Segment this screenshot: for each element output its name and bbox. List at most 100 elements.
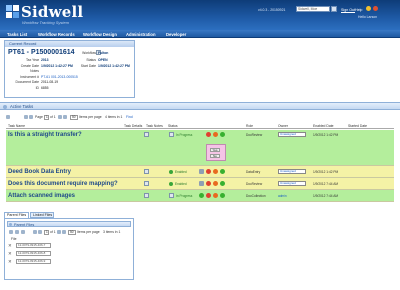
reject-icon[interactable] bbox=[206, 169, 211, 174]
delete-icon[interactable]: ✕ bbox=[8, 243, 12, 249]
col-task-name[interactable]: Task Name bbox=[8, 124, 25, 128]
lock-icon[interactable] bbox=[199, 181, 204, 186]
nav-tasks-list[interactable]: Tasks List bbox=[7, 32, 27, 37]
task-notes-icon[interactable] bbox=[144, 193, 149, 198]
cancel-icon[interactable] bbox=[213, 169, 218, 174]
per-page-select[interactable]: 50 bbox=[70, 114, 78, 120]
enabled-icon bbox=[169, 169, 173, 174]
active-tasks-title: Active Tasks bbox=[10, 104, 34, 109]
task-row[interactable]: Deed Book Data Entry Enabled DataEntry U… bbox=[6, 166, 394, 178]
nav-developer[interactable]: Developer bbox=[166, 32, 186, 37]
file-input[interactable]: 12-0079-0915-406-8 bbox=[16, 251, 51, 256]
tax-year-value: 2013 bbox=[41, 58, 49, 62]
parent-files-title: Parent Files bbox=[14, 222, 35, 227]
reject-icon[interactable] bbox=[206, 181, 211, 186]
task-row[interactable]: Is this a straight transfer? In Progress… bbox=[6, 130, 394, 166]
complete-icon[interactable] bbox=[199, 193, 204, 198]
yes-button[interactable]: Yes bbox=[210, 148, 220, 152]
items-count: 4 items in 1 bbox=[105, 115, 123, 119]
col-started-date[interactable]: Started Date bbox=[348, 124, 367, 128]
start-date-label: Start Date bbox=[80, 63, 96, 68]
workflow-value: Fulton bbox=[98, 51, 109, 55]
next-page-icon[interactable] bbox=[58, 115, 62, 119]
lock-icon[interactable] bbox=[199, 169, 204, 174]
collapse-icon[interactable] bbox=[9, 223, 12, 226]
col-role[interactable]: Role bbox=[246, 124, 253, 128]
task-row[interactable]: Does this document require mapping? Enab… bbox=[6, 178, 394, 190]
col-file[interactable]: File bbox=[11, 237, 16, 241]
enabled-date: 1/9/2012 1:42 PM bbox=[313, 133, 339, 137]
greeting-text: Hello Larson bbox=[358, 15, 378, 19]
reject-icon[interactable] bbox=[206, 193, 211, 198]
nav-administration[interactable]: Administration bbox=[126, 32, 156, 37]
cancel-icon[interactable] bbox=[213, 181, 218, 186]
add-icon[interactable] bbox=[15, 230, 19, 234]
first-page-icon[interactable] bbox=[33, 230, 37, 234]
task-notes-icon[interactable] bbox=[144, 169, 149, 174]
col-task-details[interactable]: Task Details bbox=[124, 124, 142, 128]
file-input[interactable]: 12-0079-0915-406-9 bbox=[16, 259, 51, 264]
complete-icon[interactable] bbox=[220, 169, 225, 174]
role-text: DocReview bbox=[246, 182, 263, 186]
save-icon[interactable] bbox=[21, 230, 25, 234]
col-owner[interactable]: Owner bbox=[278, 124, 288, 128]
file-row: ✕ 12-0079-0915-406-8 bbox=[8, 251, 128, 257]
per-page-select[interactable]: 50 bbox=[68, 229, 76, 235]
collapse-icon[interactable] bbox=[3, 104, 7, 109]
close-icon[interactable] bbox=[373, 6, 378, 11]
instrument-value[interactable]: PT-61 001-2013-000515 bbox=[41, 75, 78, 79]
complete-icon[interactable] bbox=[220, 193, 225, 198]
cancel-icon[interactable] bbox=[213, 193, 218, 198]
task-name[interactable]: Is this a straight transfer? bbox=[8, 132, 82, 138]
user-search-input[interactable]: Sidwell, Moe bbox=[296, 6, 330, 12]
parent-files-header[interactable]: Parent Files bbox=[7, 221, 131, 227]
delete-icon[interactable]: ✕ bbox=[8, 251, 12, 257]
file-input[interactable]: 12-0079-0915-406-7 bbox=[16, 243, 51, 248]
delete-icon[interactable]: ✕ bbox=[8, 259, 12, 265]
page-input[interactable]: 1 bbox=[44, 229, 49, 235]
no-button[interactable]: No bbox=[210, 154, 220, 158]
home-icon[interactable] bbox=[366, 6, 371, 11]
nav-workflow-design[interactable]: Workflow Design bbox=[83, 32, 117, 37]
prev-page-icon[interactable] bbox=[29, 115, 33, 119]
last-page-icon[interactable] bbox=[63, 115, 67, 119]
in-progress-icon bbox=[169, 132, 174, 137]
col-enabled-date[interactable]: Enabled Date bbox=[313, 124, 334, 128]
help-link[interactable]: Help bbox=[355, 8, 362, 12]
col-task-notes[interactable]: Task Notes bbox=[146, 124, 163, 128]
task-name[interactable]: Attach scanned images bbox=[8, 193, 75, 199]
search-icon[interactable] bbox=[331, 6, 337, 12]
col-status[interactable]: Status bbox=[168, 124, 178, 128]
nav-workflow-records[interactable]: Workflow Records bbox=[38, 32, 75, 37]
page-input[interactable]: 1 bbox=[44, 114, 49, 120]
sign-out-link[interactable]: Sign Out bbox=[341, 8, 355, 12]
status-text: Enabled bbox=[175, 170, 187, 174]
prev-page-icon[interactable] bbox=[38, 230, 42, 234]
owner-select[interactable]: Unassigned bbox=[278, 132, 306, 137]
task-name[interactable]: Does this document require mapping? bbox=[8, 181, 118, 187]
complete-icon[interactable] bbox=[220, 181, 225, 186]
workflow-label: Workflow bbox=[82, 51, 96, 55]
find-link[interactable]: Find bbox=[126, 115, 133, 119]
role-text: DocCollection bbox=[246, 194, 266, 198]
cancel-icon[interactable] bbox=[213, 132, 218, 137]
parent-files-panel: Parent Files 1 of 1 50 Items per page 3 … bbox=[4, 218, 134, 280]
status-value: OPEN bbox=[98, 58, 108, 62]
enabled-date: 1/9/2012 7:44 AM bbox=[313, 194, 338, 198]
first-page-icon[interactable] bbox=[24, 115, 28, 119]
task-row[interactable]: Attach scanned images In Progress DocCol… bbox=[6, 190, 394, 202]
refresh-icon[interactable] bbox=[9, 230, 13, 234]
owner-select[interactable]: Unassigned bbox=[278, 181, 306, 186]
reject-icon[interactable] bbox=[206, 132, 211, 137]
task-notes-icon[interactable] bbox=[144, 181, 149, 186]
last-page-icon[interactable] bbox=[62, 230, 66, 234]
complete-icon[interactable] bbox=[220, 132, 225, 137]
task-name[interactable]: Deed Book Data Entry bbox=[8, 169, 71, 175]
task-notes-icon[interactable] bbox=[144, 132, 149, 137]
active-tasks-header[interactable]: Active Tasks bbox=[0, 102, 400, 110]
files-pager: 1 of 1 50 Items per page 3 items in 1 bbox=[9, 229, 131, 235]
refresh-icon[interactable] bbox=[6, 115, 10, 119]
main-nav: Tasks List Workflow Records Workflow Des… bbox=[0, 30, 400, 38]
owner-select[interactable]: Unassigned bbox=[278, 169, 306, 174]
next-page-icon[interactable] bbox=[57, 230, 61, 234]
